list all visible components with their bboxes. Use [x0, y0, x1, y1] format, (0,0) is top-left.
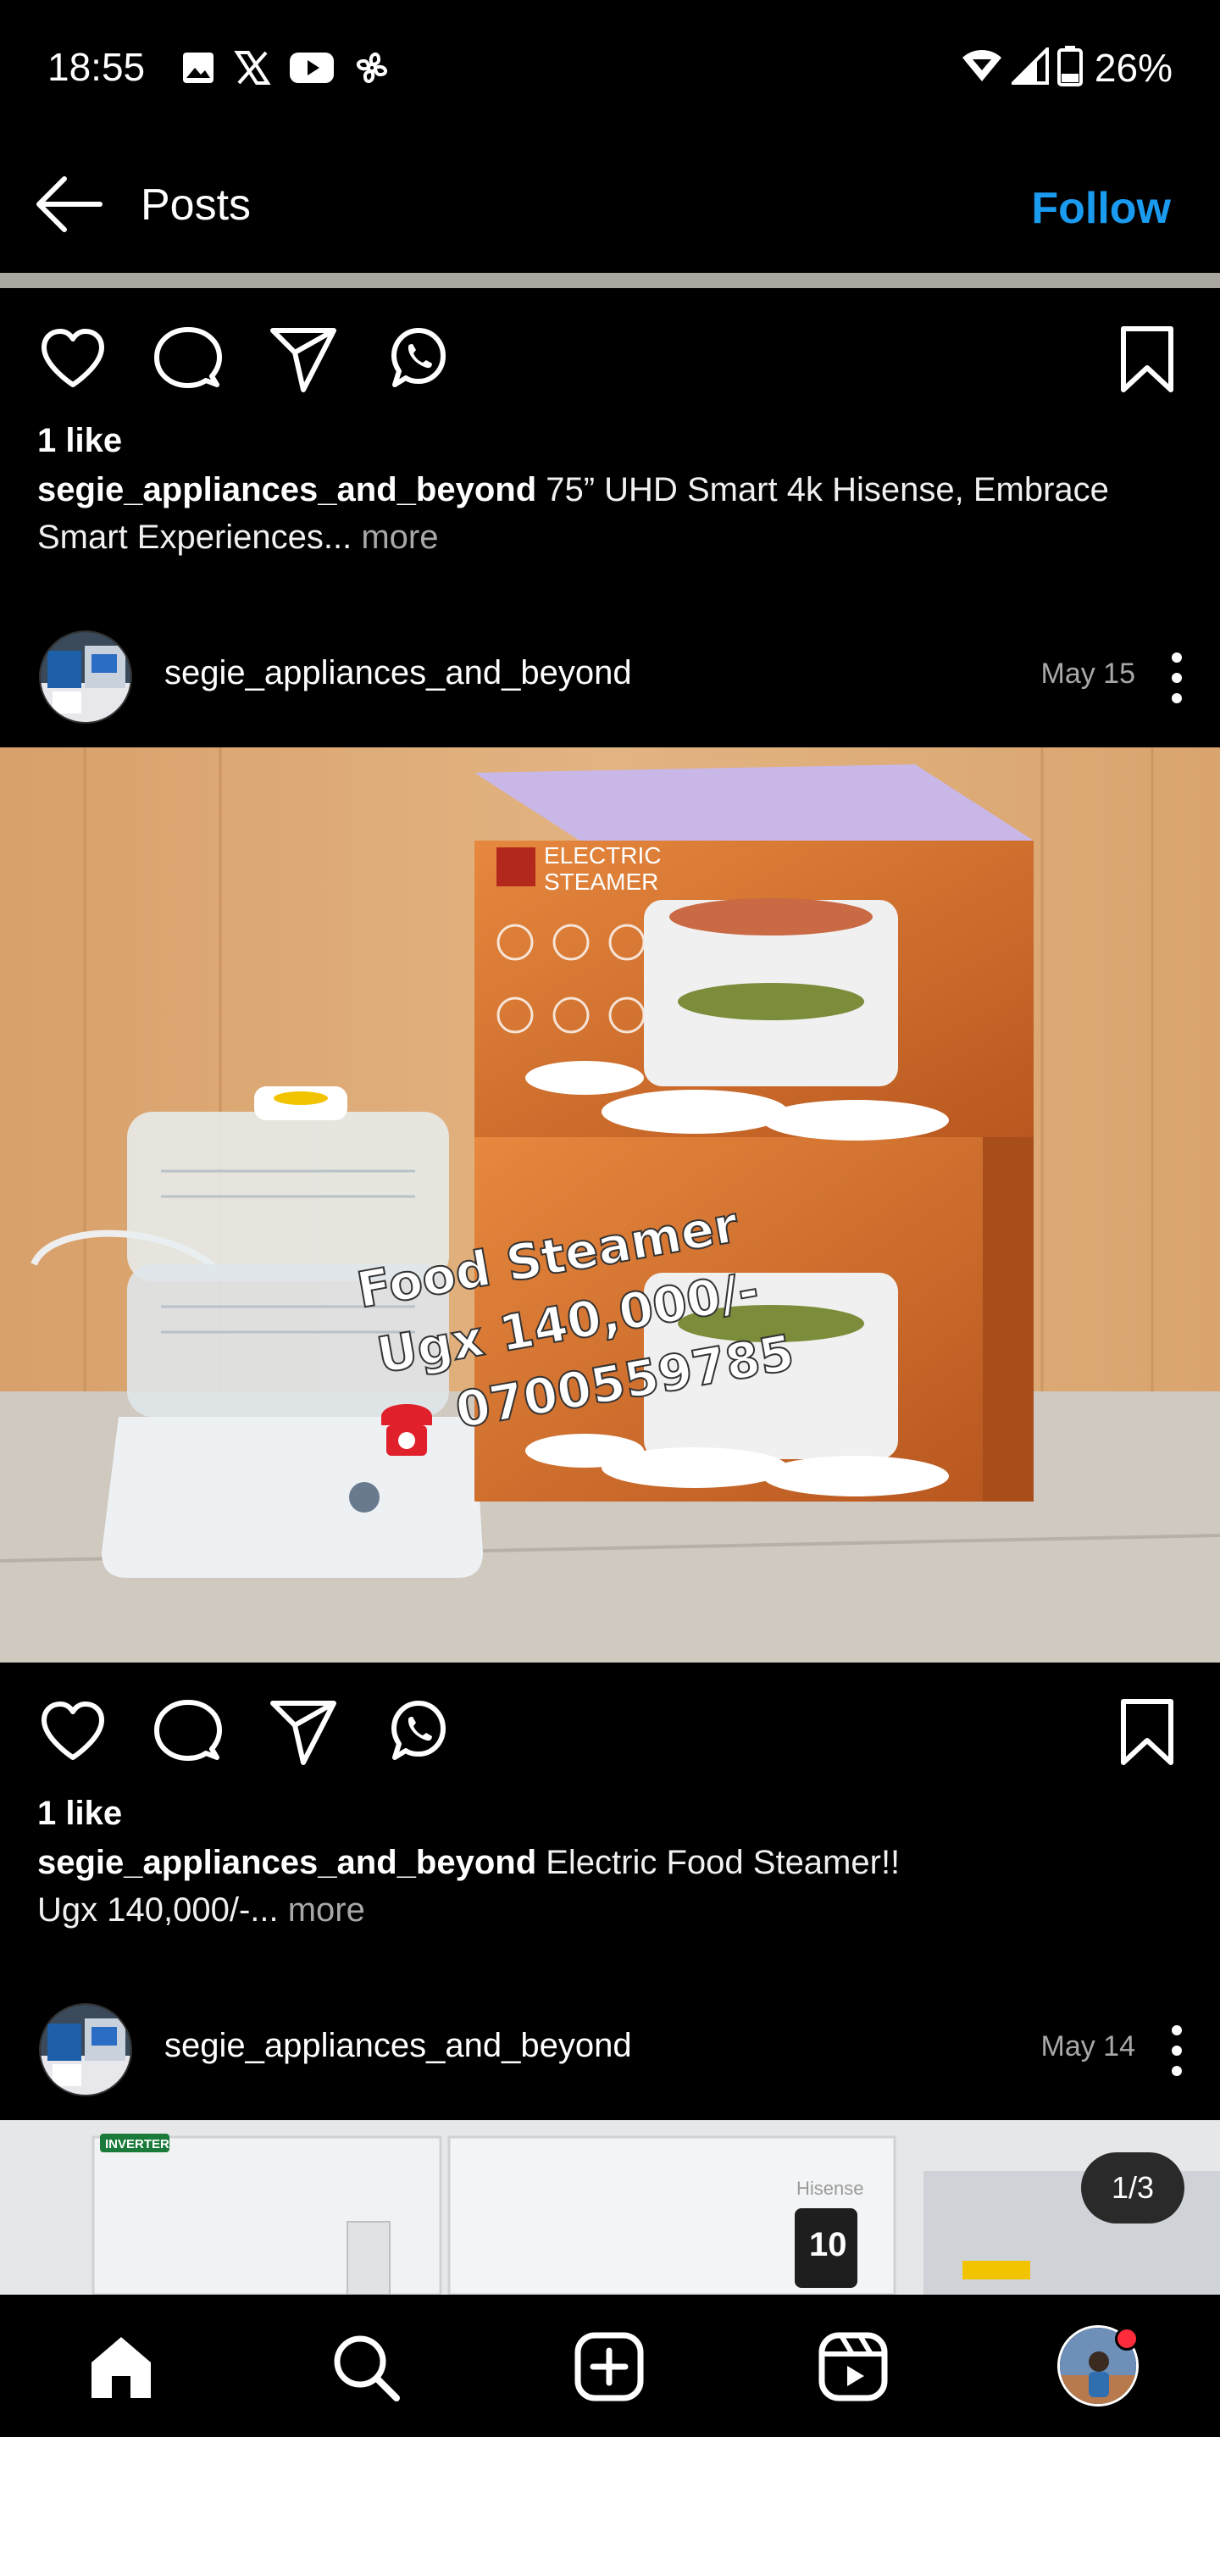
wifi-icon — [961, 47, 1003, 89]
post-actions — [0, 305, 1220, 407]
top-header: Posts Follow — [0, 136, 1220, 273]
like-icon[interactable] — [37, 1696, 108, 1768]
more-options-icon[interactable] — [1162, 647, 1191, 708]
caption-more-link[interactable]: more — [352, 519, 438, 556]
status-bar: 18:55 26% — [0, 0, 1220, 136]
comment-icon[interactable] — [152, 1696, 224, 1768]
avatar[interactable] — [39, 2003, 132, 2096]
follow-button[interactable]: Follow — [1031, 183, 1171, 234]
caption-username[interactable]: segie_appliances_and_beyond — [37, 471, 536, 508]
share-icon[interactable] — [268, 1696, 339, 1768]
home-icon[interactable] — [83, 2329, 159, 2405]
comment-icon[interactable] — [152, 324, 224, 395]
caption-username[interactable]: segie_appliances_and_beyond — [37, 1844, 536, 1881]
post-actions — [0, 1678, 1220, 1779]
create-post-icon[interactable] — [571, 2329, 647, 2405]
save-bookmark-icon[interactable] — [1112, 324, 1183, 395]
like-icon[interactable] — [37, 324, 108, 395]
youtube-icon — [290, 51, 334, 85]
post-date: May 15 — [1040, 658, 1136, 690]
signal-icon — [1009, 44, 1049, 89]
brand-label: Hisense — [796, 2178, 863, 2199]
reels-icon[interactable] — [815, 2329, 891, 2405]
x-icon — [234, 49, 271, 86]
status-time: 18:55 — [47, 45, 146, 89]
phone-icon — [381, 1404, 432, 1456]
post-date: May 14 — [1040, 2030, 1136, 2062]
box-label-2: STEAMER — [544, 869, 658, 895]
battery-icon — [1056, 45, 1083, 91]
whatsapp-icon[interactable] — [383, 324, 454, 395]
app-screen: 18:55 26% Posts Follow 1 like segie_appl… — [0, 0, 1220, 2437]
battery-percentage: 26% — [1094, 46, 1173, 90]
post-caption: segie_appliances_and_beyond Electric Foo… — [37, 1839, 969, 1934]
post-image[interactable]: INVERTER Hisense 10 1/3 — [0, 2120, 1220, 2295]
whatsapp-icon[interactable] — [383, 1696, 454, 1768]
bottom-nav-bar — [0, 2295, 1220, 2437]
post-caption: segie_appliances_and_beyond 75” UHD Smar… — [37, 466, 1173, 561]
fan-icon — [352, 48, 391, 87]
like-count[interactable]: 1 like — [37, 1795, 122, 1833]
more-options-icon[interactable] — [1162, 2020, 1191, 2081]
gallery-icon — [181, 51, 215, 85]
post-header: segie_appliances_and_beyond May 14 — [0, 1983, 1220, 2101]
warranty-number: 10 — [809, 2226, 847, 2263]
post-header: segie_appliances_and_beyond May 15 — [0, 610, 1220, 729]
caption-more-link[interactable]: more — [279, 1891, 365, 1929]
share-icon[interactable] — [268, 324, 339, 395]
carousel-counter-badge: 1/3 — [1081, 2152, 1184, 2223]
search-icon[interactable] — [327, 2329, 403, 2405]
status-system-icons: 26% — [961, 44, 1173, 92]
post-username[interactable]: segie_appliances_and_beyond — [164, 654, 632, 692]
previous-post-image-edge — [0, 273, 1220, 288]
page-title: Posts — [141, 180, 252, 230]
save-bookmark-icon[interactable] — [1112, 1696, 1183, 1768]
status-notification-icons — [181, 44, 391, 92]
post-image[interactable]: ELECTRIC STEAMER Food Steamer Ugx 140,00… — [0, 747, 1220, 1663]
avatar[interactable] — [39, 630, 132, 724]
notification-dot — [1115, 2327, 1139, 2351]
like-count[interactable]: 1 like — [37, 422, 122, 460]
back-arrow-icon[interactable] — [34, 171, 105, 237]
inverter-tag: INVERTER — [105, 2137, 169, 2151]
box-label-1: ELECTRIC — [544, 842, 661, 869]
post-username[interactable]: segie_appliances_and_beyond — [164, 2027, 632, 2065]
